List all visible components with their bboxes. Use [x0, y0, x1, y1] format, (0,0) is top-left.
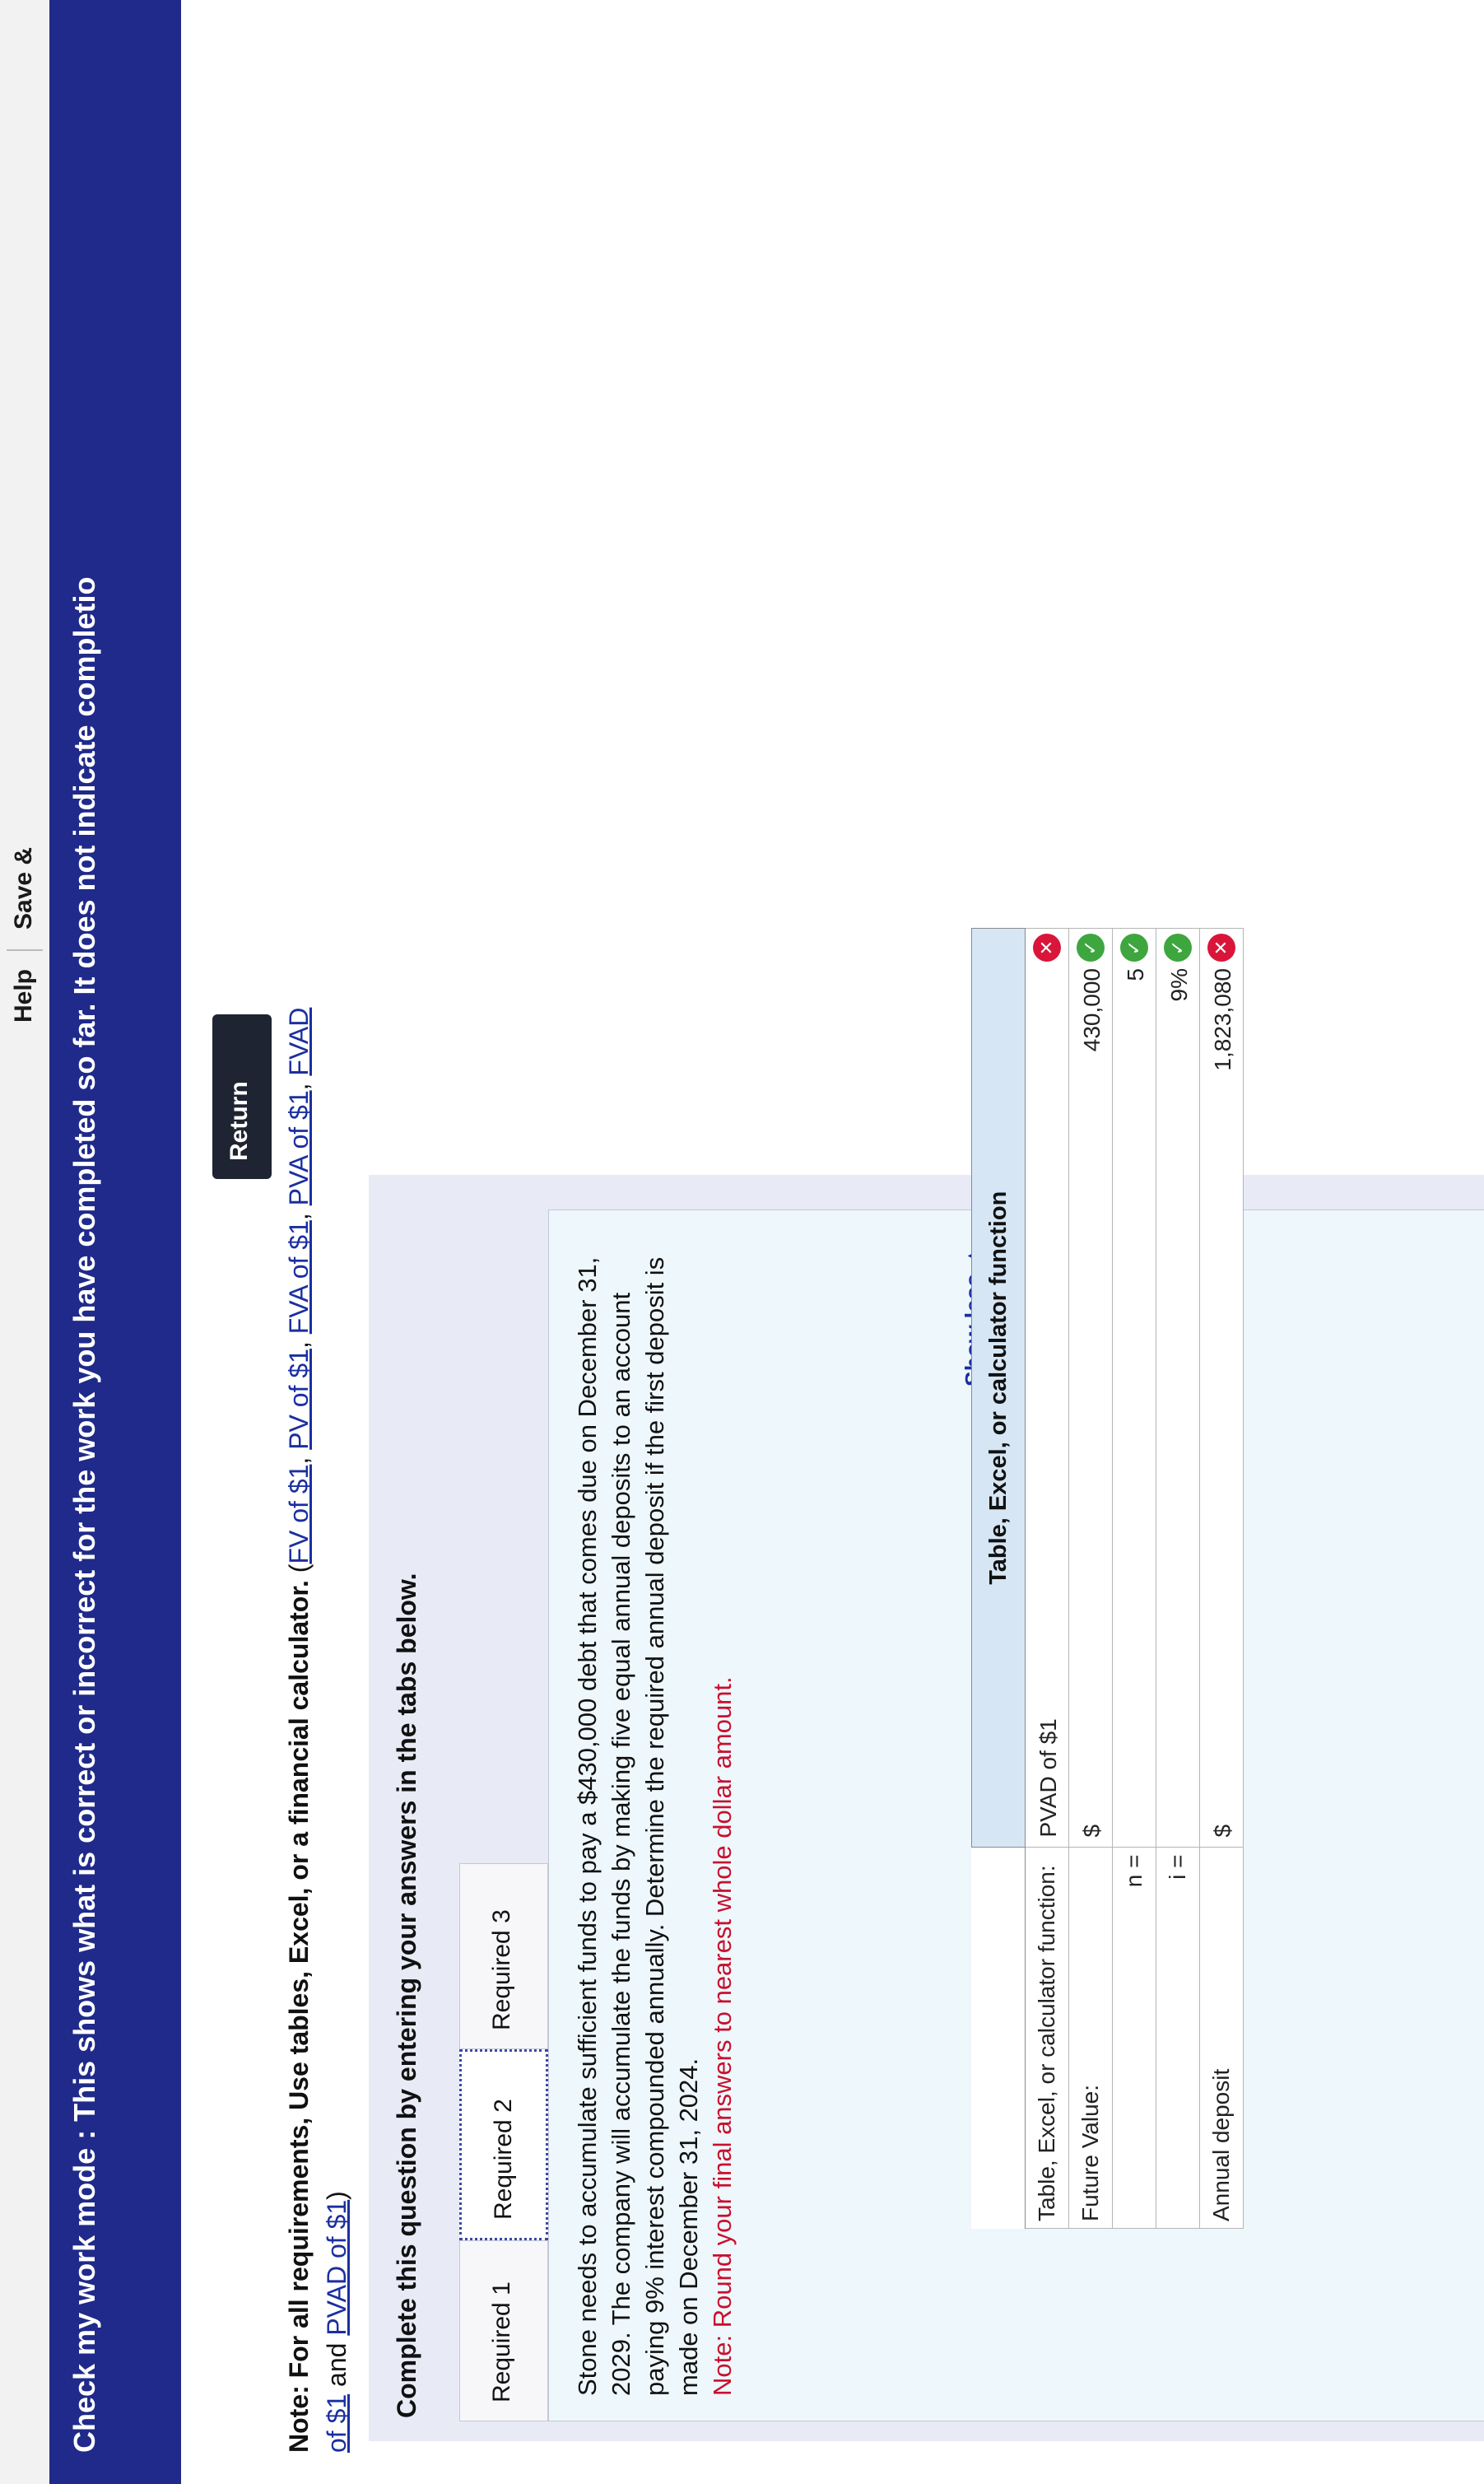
row-label-annual-deposit: Annual deposit [1199, 1848, 1244, 2229]
link-fva-of-1[interactable]: FVA of $1 [284, 1220, 314, 1334]
note-open-paren: ( [284, 1564, 314, 1573]
table-row: Future Value: $ 430,000 ✓ [1068, 928, 1113, 2229]
check-circle-icon: ✓ [1120, 934, 1148, 962]
link-pv-of-1[interactable]: PV of $1 [284, 1349, 314, 1450]
link-pva-of-1[interactable]: PVA of $1 [284, 1090, 314, 1205]
save-exit-link[interactable]: Save & [10, 847, 38, 930]
toolbar-divider [7, 949, 43, 951]
tab-required-2[interactable]: Required 2 [459, 2049, 548, 2240]
answer-table: Table, Excel, or calculator function Tab… [971, 928, 1244, 2229]
answer-table-header: Table, Excel, or calculator function [971, 928, 1026, 1848]
annual-deposit-value: 1,823,080 [1210, 968, 1235, 1071]
banner-text: Check my work mode : This shows what is … [67, 576, 101, 2453]
rounding-note: Note: Round your final answers to neares… [708, 1676, 737, 2396]
function-input[interactable]: PVAD of $1 ✕ [1025, 928, 1069, 1848]
i-value: 9% [1166, 968, 1192, 1002]
requirements-note: Note: For all requirements, Use tables, … [284, 1007, 351, 2453]
n-input[interactable]: 5 ✓ [1112, 928, 1156, 1848]
table-row: n = 5 ✓ [1112, 928, 1156, 2229]
link-pvad-of-1[interactable]: PVAD of $1 [322, 2200, 351, 2336]
top-toolbar: Help Save & [0, 0, 50, 2484]
function-value: PVAD of $1 [1035, 1718, 1061, 1838]
check-circle-icon: ✓ [1077, 934, 1105, 962]
panel-title: Complete this question by entering your … [392, 1573, 421, 2418]
link-fv-of-1[interactable]: FV of $1 [284, 1465, 314, 1564]
n-value: 5 [1123, 968, 1148, 981]
question-body: Stone needs to accumulate sufficient fun… [573, 1256, 703, 2396]
table-row: i = 9% ✓ [1156, 928, 1200, 2229]
table-row: Table, Excel, or calculator function: PV… [1025, 928, 1069, 2229]
table-row: Annual deposit $ 1,823,080 ✕ [1199, 928, 1244, 2229]
header-blank-cell [971, 1848, 1026, 2229]
check-my-work-banner: Check my work mode : This shows what is … [49, 0, 181, 2484]
check-circle-icon: ✓ [1164, 934, 1192, 962]
row-label-future-value: Future Value: [1068, 1848, 1113, 2229]
future-value-input[interactable]: $ 430,000 ✓ [1068, 928, 1113, 1848]
i-input[interactable]: 9% ✓ [1156, 928, 1200, 1848]
note-close-paren: ) [322, 2191, 351, 2200]
x-circle-icon: ✕ [1033, 934, 1061, 962]
row-label-function: Table, Excel, or calculator function: [1025, 1848, 1069, 2229]
annual-deposit-input[interactable]: $ 1,823,080 ✕ [1199, 928, 1244, 1848]
future-value-value: 430,000 [1079, 968, 1105, 1052]
question-text: Stone needs to accumulate sufficient fun… [570, 1227, 739, 2396]
tab-required-1[interactable]: Required 1 [459, 2240, 548, 2421]
help-link[interactable]: Help [10, 969, 38, 1023]
tab-required-3[interactable]: Required 3 [459, 1863, 548, 2049]
note-and: and [322, 2342, 351, 2387]
return-button[interactable]: Return [212, 1014, 272, 1179]
question-panel: Complete this question by entering your … [369, 1175, 1484, 2441]
row-label-n: n = [1112, 1848, 1156, 2229]
currency-symbol: $ [1079, 1824, 1105, 1838]
answer-table-header-row: Table, Excel, or calculator function [971, 928, 1026, 2229]
x-circle-icon: ✕ [1207, 934, 1235, 962]
currency-symbol: $ [1210, 1824, 1235, 1838]
note-lead: Note: For all requirements, Use tables, … [284, 1580, 314, 2453]
row-label-i: i = [1156, 1848, 1200, 2229]
